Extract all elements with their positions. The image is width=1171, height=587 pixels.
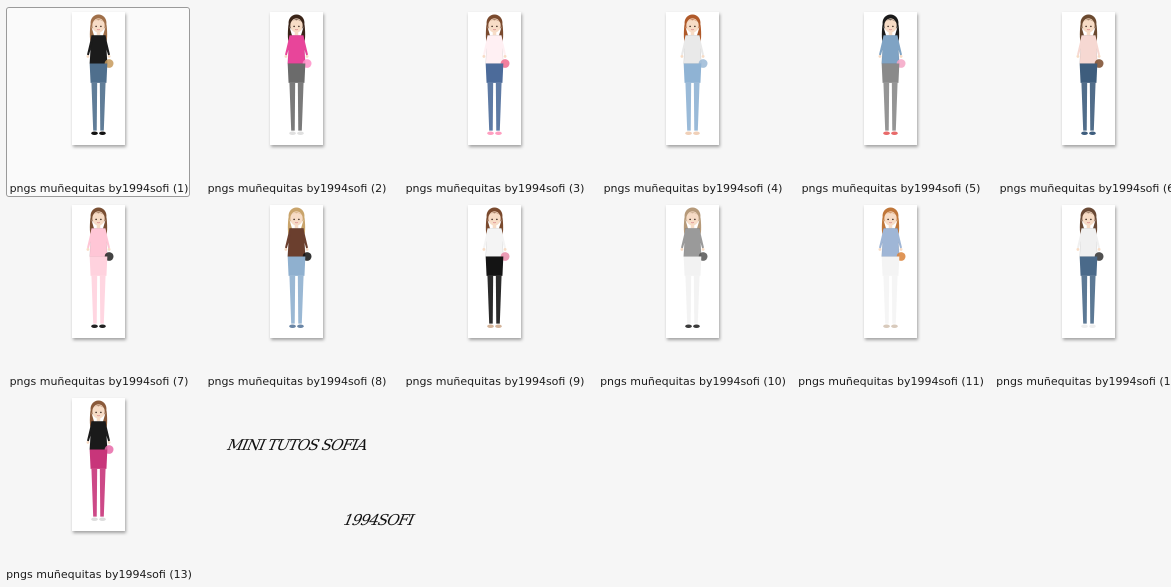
watermark-mini-tutos: MINI TUTOS SOFIA — [226, 436, 369, 454]
file-thumbnail[interactable] — [1062, 205, 1115, 338]
file-item[interactable]: pngs muñequitas by1994sofi (5) — [798, 7, 982, 197]
file-item[interactable]: pngs muñequitas by1994sofi (6) — [996, 7, 1171, 197]
watermark-1994sofi: 1994SOFI — [342, 511, 416, 529]
file-name-label[interactable]: pngs muñequitas by1994sofi (6) — [991, 182, 1171, 195]
file-item[interactable]: pngs muñequitas by1994sofi (9) — [402, 200, 586, 390]
file-name-label[interactable]: pngs muñequitas by1994sofi (2) — [199, 182, 395, 195]
file-item[interactable]: pngs muñequitas by1994sofi (10) — [600, 200, 786, 390]
file-name-label[interactable]: pngs muñequitas by1994sofi (4) — [595, 182, 791, 195]
file-name-label[interactable]: pngs muñequitas by1994sofi (8) — [199, 375, 395, 388]
file-name-label[interactable]: pngs muñequitas by1994sofi (11) — [793, 375, 989, 388]
file-item[interactable]: pngs muñequitas by1994sofi (8) — [204, 200, 388, 390]
file-thumbnail[interactable] — [864, 12, 917, 145]
file-grid: pngs muñequitas by1994sofi (1) pngs muñe… — [0, 0, 1171, 587]
file-thumbnail[interactable] — [270, 12, 323, 145]
file-item[interactable]: pngs muñequitas by1994sofi (4) — [600, 7, 784, 197]
file-item[interactable]: pngs muñequitas by1994sofi (12) — [996, 200, 1171, 390]
file-thumbnail[interactable] — [72, 12, 125, 145]
file-name-label[interactable]: pngs muñequitas by1994sofi (7) — [1, 375, 197, 388]
file-item[interactable]: pngs muñequitas by1994sofi (2) — [204, 7, 388, 197]
file-name-label[interactable]: pngs muñequitas by1994sofi (5) — [793, 182, 989, 195]
file-name-label[interactable]: pngs muñequitas by1994sofi (1) — [1, 182, 197, 195]
file-item[interactable]: pngs muñequitas by1994sofi (13) — [6, 393, 192, 583]
file-name-label[interactable]: pngs muñequitas by1994sofi (3) — [397, 182, 593, 195]
file-thumbnail[interactable] — [666, 205, 719, 338]
file-name-label[interactable]: pngs muñequitas by1994sofi (13) — [1, 568, 197, 581]
file-thumbnail[interactable] — [666, 12, 719, 145]
file-thumbnail[interactable] — [270, 205, 323, 338]
file-thumbnail[interactable] — [1062, 12, 1115, 145]
file-thumbnail[interactable] — [468, 12, 521, 145]
file-item[interactable]: pngs muñequitas by1994sofi (3) — [402, 7, 586, 197]
file-name-label[interactable]: pngs muñequitas by1994sofi (10) — [595, 375, 791, 388]
file-item[interactable]: pngs muñequitas by1994sofi (7) — [6, 200, 190, 390]
file-name-label[interactable]: pngs muñequitas by1994sofi (12) — [991, 375, 1171, 388]
file-name-label[interactable]: pngs muñequitas by1994sofi (9) — [397, 375, 593, 388]
file-thumbnail[interactable] — [72, 205, 125, 338]
file-thumbnail[interactable] — [468, 205, 521, 338]
file-thumbnail[interactable] — [864, 205, 917, 338]
file-thumbnail[interactable] — [72, 398, 125, 531]
file-item[interactable]: pngs muñequitas by1994sofi (1) — [6, 7, 190, 197]
file-item[interactable]: pngs muñequitas by1994sofi (11) — [798, 200, 984, 390]
